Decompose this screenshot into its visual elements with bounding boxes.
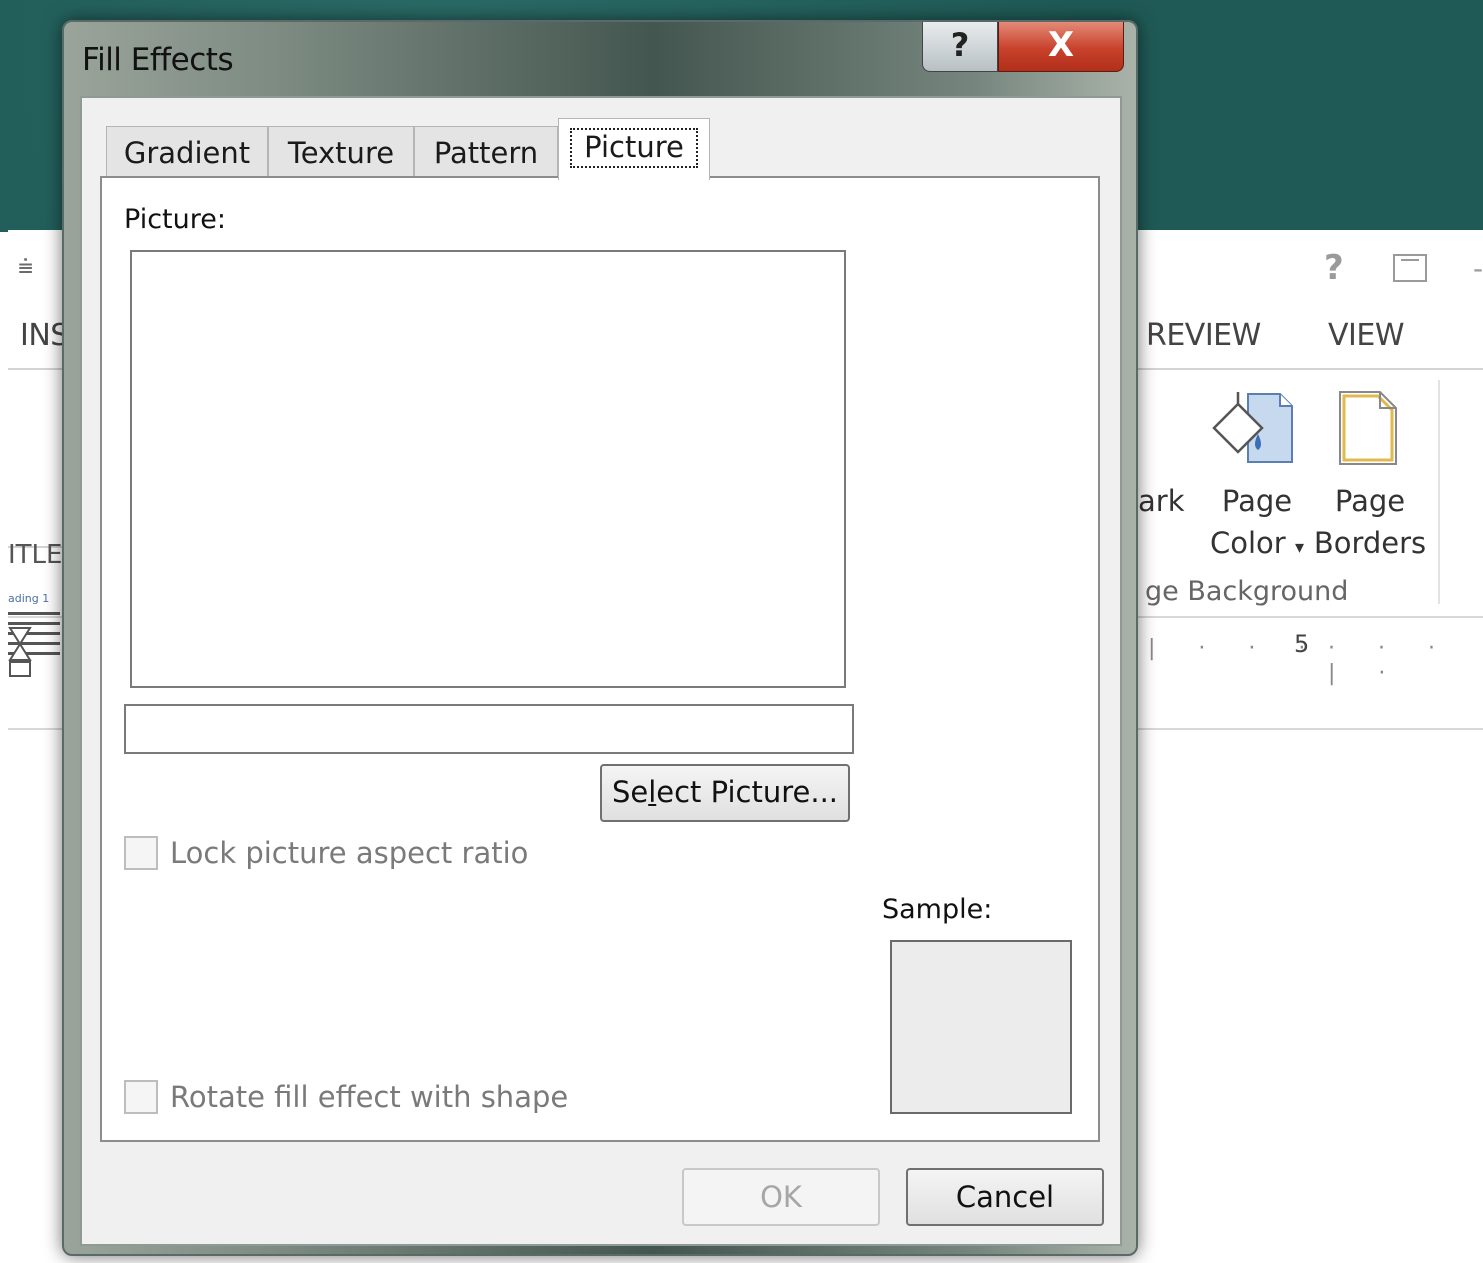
ruler-ticks-right: · · · | · [1328, 636, 1453, 686]
page-border-icon[interactable] [1334, 388, 1404, 468]
minimize-icon[interactable]: - [1473, 252, 1483, 285]
dialog-title: Fill Effects [82, 42, 234, 78]
close-button[interactable]: X [998, 22, 1124, 72]
tab-picture[interactable]: Picture [558, 118, 710, 180]
dropdown-arrow-icon: ▾ [1294, 537, 1304, 558]
page-borders-label-line1: Page [1334, 484, 1406, 518]
rotate-fill-label: Rotate fill effect with shape [170, 1080, 569, 1114]
cancel-button[interactable]: Cancel [906, 1168, 1104, 1226]
sample-preview [890, 940, 1072, 1114]
paint-bucket-icon[interactable] [1208, 388, 1298, 468]
style-title-preview: ITLE [8, 540, 63, 570]
page-color-label-line2: Color ▾ [1210, 526, 1304, 560]
tab-gradient[interactable]: Gradient [106, 126, 268, 178]
lock-aspect-checkbox[interactable] [124, 836, 158, 870]
select-picture-button[interactable]: Select Picture... [600, 764, 850, 822]
rotate-fill-checkbox[interactable] [124, 1080, 158, 1114]
help-button[interactable]: ? [922, 22, 998, 72]
styles-gallery[interactable]: ITLE ading 1 [8, 368, 66, 655]
ruler-number: 5 [1294, 630, 1310, 658]
picture-path-field[interactable] [124, 704, 854, 754]
ribbon-display-options-icon[interactable] [1393, 254, 1427, 282]
ribbon-tab-view[interactable]: VIEW [1328, 318, 1405, 353]
sample-label: Sample: [882, 894, 993, 925]
picture-label: Picture: [124, 204, 226, 235]
page-color-label-line1: Page [1221, 484, 1293, 518]
ribbon-help-icon[interactable]: ? [1324, 248, 1344, 288]
ribbon-tab-review[interactable]: REVIEW [1146, 318, 1261, 353]
quick-access-customize-icon[interactable]: ⩧ [18, 252, 33, 283]
style-heading-preview: ading 1 [8, 592, 50, 605]
picture-preview [130, 250, 846, 688]
page-borders-button[interactable]: Page Borders [1312, 480, 1428, 564]
tab-picture-label: Picture [570, 128, 698, 168]
tab-pattern[interactable]: Pattern [414, 126, 558, 178]
indent-marker-icon[interactable] [8, 626, 34, 678]
lock-aspect-label: Lock picture aspect ratio [170, 836, 529, 870]
dialog-client-area: Gradient Texture Pattern Picture Picture… [80, 96, 1122, 1246]
page-background-group-label: ge Background [1145, 576, 1349, 607]
page-color-button[interactable]: Page Color ▾ [1202, 480, 1312, 569]
fill-effects-dialog: Fill Effects ? X Gradient Texture Patter… [62, 20, 1138, 1256]
ribbon-group-separator [1438, 380, 1440, 604]
ok-button[interactable]: OK [682, 1168, 880, 1226]
page-borders-label-line2: Borders [1313, 526, 1427, 560]
watermark-button-label[interactable]: ark [1138, 480, 1185, 522]
picture-tab-panel: Picture: Select Picture... Lock picture … [100, 176, 1100, 1142]
tab-texture[interactable]: Texture [268, 126, 414, 178]
